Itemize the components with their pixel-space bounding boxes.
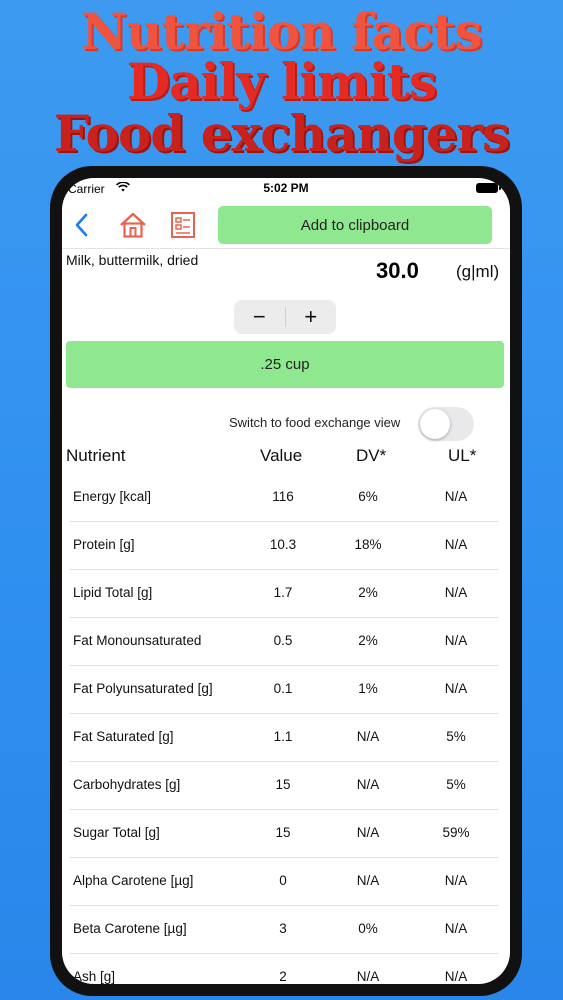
chevron-left-icon[interactable] (70, 210, 94, 240)
table-row: Alpha Carotene [µg] 0 N/A N/A (70, 858, 498, 906)
food-name: Milk, buttermilk, dried (66, 252, 199, 268)
phone-frame: Carrier 5:02 PM Add to clipboard Milk, b… (50, 166, 522, 996)
nutrient-name: Sugar Total [g] (73, 825, 160, 840)
table-row: Beta Carotene [µg] 3 0% N/A (70, 906, 498, 954)
nutrient-ul: N/A (444, 873, 468, 888)
nutrient-value: 15 (275, 777, 291, 792)
nutrient-value: 1.1 (273, 729, 293, 744)
home-icon[interactable] (118, 210, 148, 240)
table-row: Fat Polyunsaturated [g] 0.1 1% N/A (70, 666, 498, 714)
nutrient-value: 10.3 (269, 537, 297, 552)
table-row: Protein [g] 10.3 18% N/A (70, 522, 498, 570)
header-dv: DV* (356, 446, 387, 465)
nutrient-dv: 1% (358, 681, 378, 696)
decrement-button[interactable]: − (234, 300, 285, 334)
exchange-view-toggle[interactable] (418, 407, 474, 441)
nutrient-value: 1.7 (273, 585, 293, 600)
nutrient-ul: 59% (442, 825, 470, 840)
nutrient-dv: 2% (358, 633, 378, 648)
nutrient-value: 0 (279, 873, 287, 888)
toolbar-divider (62, 248, 510, 249)
nutrient-value: 116 (272, 489, 294, 504)
battery-icon (476, 183, 501, 193)
nutrient-value: 0.5 (273, 633, 293, 648)
table-header: Nutrient Value DV* UL* (62, 442, 510, 472)
nutrient-name: Ash [g] (73, 969, 116, 984)
nutrient-dv: N/A (356, 825, 380, 840)
nutrient-name: Carbohydrates [g] (73, 777, 181, 792)
portion-button[interactable]: .25 cup (66, 341, 504, 388)
nutrient-value: 2 (279, 969, 287, 984)
amount-value: 30.0 (376, 258, 419, 283)
nutrient-name: Energy [kcal] (73, 489, 152, 504)
nutrient-dv: N/A (356, 729, 380, 744)
toolbar: Add to clipboard (62, 204, 510, 248)
table-row: Lipid Total [g] 1.7 2% N/A (70, 570, 498, 618)
nutrient-name: Fat Monounsaturated (73, 633, 202, 648)
header-nutrient: Nutrient (66, 446, 126, 465)
header-ul: UL* (448, 446, 477, 465)
nutrient-ul: N/A (444, 633, 468, 648)
nutrient-ul: N/A (444, 585, 468, 600)
nutrient-dv: N/A (356, 873, 380, 888)
status-time: 5:02 PM (263, 181, 309, 195)
nutrient-value: 15 (275, 825, 291, 840)
nutrient-ul: N/A (444, 921, 468, 936)
promo-title-limits: Daily limits (126, 52, 437, 111)
table-row: Ash [g] 2 N/A N/A (70, 954, 498, 984)
nutrient-dv: 6% (358, 489, 378, 504)
nutrient-name: Fat Saturated [g] (73, 729, 174, 744)
nutrient-name: Protein [g] (73, 537, 135, 552)
list-icon[interactable] (170, 210, 196, 240)
nutrient-value: 0.1 (273, 681, 293, 696)
nutrient-ul: N/A (444, 489, 468, 504)
app-screen: Carrier 5:02 PM Add to clipboard Milk, b… (62, 178, 510, 984)
table-row: Sugar Total [g] 15 N/A 59% (70, 810, 498, 858)
table-row: Fat Monounsaturated 0.5 2% N/A (70, 618, 498, 666)
nutrient-name: Lipid Total [g] (73, 585, 153, 600)
nutrient-name: Fat Polyunsaturated [g] (73, 681, 213, 696)
increment-button[interactable]: + (286, 300, 337, 334)
nutrient-dv: 0% (358, 921, 378, 936)
nutrient-ul: N/A (444, 537, 468, 552)
nutrient-ul: 5% (446, 729, 466, 744)
nutrient-dv: N/A (356, 969, 380, 984)
amount-stepper: − + (234, 300, 336, 334)
amount-unit: (g|ml) (456, 262, 500, 281)
toggle-knob (420, 409, 450, 439)
table-row: Energy [kcal] 116 6% N/A (70, 474, 498, 522)
nutrient-name: Alpha Carotene [µg] (73, 873, 194, 888)
header-value: Value (260, 446, 303, 465)
nutrient-ul: N/A (444, 969, 468, 984)
exchange-switch-label: Switch to food exchange view (229, 415, 401, 430)
promo-title-exchangers: Food exchangers (53, 104, 510, 163)
status-bar: Carrier 5:02 PM (62, 178, 510, 200)
table-row: Carbohydrates [g] 15 N/A 5% (70, 762, 498, 810)
nutrient-dv: N/A (356, 777, 380, 792)
nutrient-ul: 5% (446, 777, 466, 792)
nutrient-ul: N/A (444, 681, 468, 696)
nutrient-table: Energy [kcal] 116 6% N/A Protein [g] 10.… (62, 474, 510, 984)
add-to-clipboard-button[interactable]: Add to clipboard (218, 206, 492, 244)
nutrient-name: Beta Carotene [µg] (73, 921, 187, 936)
nutrient-dv: 18% (354, 537, 382, 552)
table-row: Fat Saturated [g] 1.1 N/A 5% (70, 714, 498, 762)
nutrient-value: 3 (279, 921, 287, 936)
nutrient-dv: 2% (358, 585, 378, 600)
